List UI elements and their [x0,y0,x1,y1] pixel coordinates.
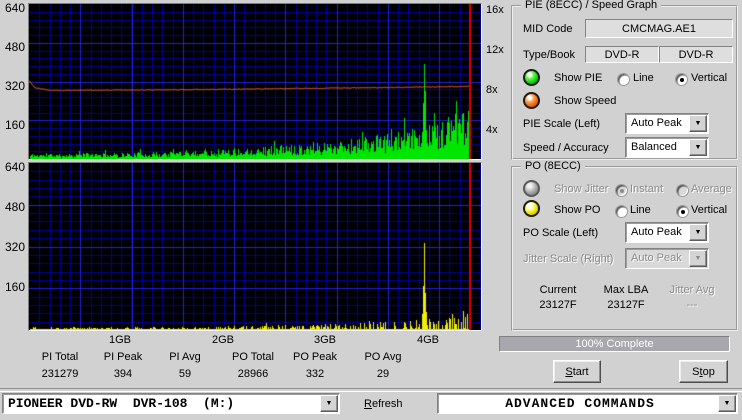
stop-button-label: S [692,365,700,378]
jitter-avg-value: --- [686,299,698,311]
pie-y-axis-label: 160 [4,118,25,132]
jitter-scale-label: Jitter Scale (Right) [523,253,614,265]
po-y-axis-label: 320 [4,240,25,254]
pie-vertical-radio[interactable] [675,73,688,86]
pie-y-axis-label: 320 [4,79,25,93]
dropdown-arrow-icon[interactable]: ▼ [689,115,707,132]
po-scale-dropdown[interactable]: Auto Peak ▼ [625,222,709,243]
pie-y-axis-label: 640 [4,1,25,15]
po-group: PO (8ECC) Show Jitter Instant Average Sh… [511,160,738,331]
po-scale-value: Auto Peak [631,226,682,238]
po-line-label[interactable]: Line [630,204,651,216]
mid-code-value: CMCMAG.AE1 [622,22,696,35]
po-scale-label: PO Scale (Left) [523,227,599,239]
jitter-scale-value: Auto Peak [631,252,682,264]
show-jitter-led-button [523,180,540,197]
po-graph-panel [28,162,482,331]
max-lba-label: Max LBA [603,284,649,296]
dropdown-arrow-icon[interactable]: ▼ [718,395,736,412]
speed-accuracy-value: Balanced [631,141,677,153]
show-po-led-button[interactable] [523,200,540,217]
speed-axis-label: 12x [486,44,504,56]
speed-accuracy-dropdown[interactable]: Balanced ▼ [625,137,709,158]
current-value: 23127F [539,299,577,311]
po-graph-canvas [29,163,481,330]
advanced-commands-value: ADVANCED COMMANDS [505,396,655,411]
po-line-radio[interactable] [615,205,628,218]
pie-line-radio[interactable] [617,73,630,86]
po-y-axis-label: 160 [4,280,25,294]
disc-type-value: DVD-R [604,48,640,61]
po-vertical-label[interactable]: Vertical [691,204,727,216]
x-axis-label: 4GB [416,334,439,346]
progress-text: 100% Complete [575,338,654,350]
speed-axis-label: 4x [486,124,498,136]
pie-scale-dropdown[interactable]: Auto Peak ▼ [625,113,709,134]
show-pie-led-button[interactable] [523,69,540,86]
jitter-scale-dropdown: Auto Peak ▼ [625,248,709,269]
dropdown-arrow-icon: ▼ [689,250,707,267]
pie-speed-graph-canvas [29,4,481,159]
current-label: Current [539,284,577,296]
pie-line-label[interactable]: Line [633,72,654,84]
divider [0,388,742,392]
speed-axis-label: 16x [486,4,504,16]
po-group-title: PO (8ECC) [521,160,585,172]
disc-type-field: DVD-R [585,46,659,63]
type-book-label: Type/Book [523,49,575,61]
x-axis-label: 3GB [313,334,336,346]
start-button-label: S [565,365,573,378]
stat-value: 29 [376,368,390,380]
disc-quality-scan-window: 640 480 320 160 640 480 320 160 16x 12x … [0,0,742,420]
po-y-axis-label: 480 [4,200,25,214]
pie-speed-graph-panel [28,3,482,160]
stop-button-label: op [702,365,715,378]
show-pie-label: Show PIE [554,72,603,84]
speed-axis-label: 8x [486,84,498,96]
drive-select-dropdown[interactable]: PIONEER DVD-RW DVR-108 (M:) ▼ [2,393,340,414]
pie-scale-value: Auto Peak [631,117,682,129]
show-speed-label: Show Speed [554,95,617,107]
dropdown-arrow-icon[interactable]: ▼ [320,395,338,412]
stat-label: PO Avg [364,351,402,363]
x-axis-label: 2GB [211,334,234,346]
scan-progress-bar: 100% Complete [499,336,730,352]
x-axis-label: 1GB [108,334,131,346]
mid-code-field: CMCMAG.AE1 [585,19,733,38]
mid-code-label: MID Code [523,23,573,35]
dropdown-arrow-icon[interactable]: ▼ [689,139,707,156]
speed-accuracy-label: Speed / Accuracy [523,142,609,154]
pie-speed-group-title: PIE (8ECC) / Speed Graph [521,0,662,11]
book-type-value: DVD-R [678,48,714,61]
drive-name: PIONEER DVD-RW DVR-108 (M:) [8,396,235,411]
jitter-instant-radio [615,184,628,197]
max-lba-value: 23127F [607,299,645,311]
refresh-button[interactable]: Refresh [364,398,403,410]
jitter-avg-label: Jitter Avg [669,284,715,296]
po-y-axis-label: 640 [4,160,25,174]
pie-vertical-label[interactable]: Vertical [691,72,727,84]
refresh-label: R [364,398,372,410]
pie-y-axis-label: 480 [4,40,25,54]
show-po-label: Show PO [554,204,601,216]
jitter-average-label: Average [691,183,732,195]
po-vertical-radio[interactable] [676,205,689,218]
dropdown-arrow-icon[interactable]: ▼ [689,224,707,241]
refresh-label: efresh [371,398,403,410]
show-jitter-label: Show Jitter [554,183,609,195]
pie-speed-group: PIE (8ECC) / Speed Graph MID Code CMCMAG… [511,0,738,160]
start-button-label: tart [572,365,589,378]
show-speed-led-button[interactable] [523,92,540,109]
jitter-average-radio [676,184,689,197]
stop-button[interactable]: Stop [679,360,728,383]
stat-po-avg: PO Avg 29 [338,351,428,380]
pie-scale-label: PIE Scale (Left) [523,118,601,130]
advanced-commands-dropdown[interactable]: ADVANCED COMMANDS ▼ [437,393,738,414]
book-type-field: DVD-R [659,46,733,63]
start-button[interactable]: Start [553,360,601,383]
jitter-instant-label: Instant [630,183,664,195]
